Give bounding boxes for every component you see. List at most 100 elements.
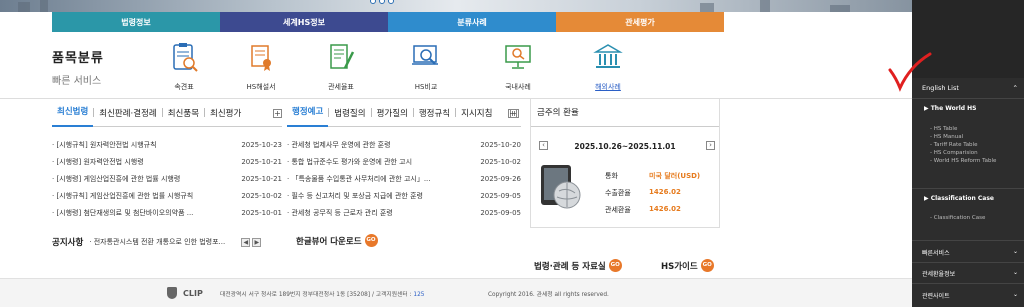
sidebar-item-classification-case[interactable]: ▶ Classification Case [912,195,1024,202]
list-item-title: · 통합 법규준수도 평가와 운영에 관한 고시 [287,158,413,166]
list-item-date: 2025-10-01 [241,209,282,217]
list-item-title: · [시행령] 원자력안전법 시행령 [52,158,144,166]
law-data-room-label: 법령·관례 등 자료실 [534,261,606,272]
list-item-date: 2025-10-20 [480,141,521,149]
list-item[interactable]: · [시행령] 게임산업진흥에 관한 법률 시행령 2025-10-21 [52,171,282,188]
list-item[interactable]: · [시행령] 원자력안전법 시행령 2025-10-21 [52,154,282,171]
divider [912,188,1024,189]
monitor-search-icon [505,45,531,69]
sidebar-section-quick-service[interactable]: 빠른서비스 ⌄ [912,248,1024,257]
hangul-viewer-download-link[interactable]: 한글뷰어 다운로드 GO [296,234,378,247]
more-plus-icon[interactable]: + [508,109,517,118]
page: 법령정보 세계HS정보 분류사례 관세평가 품목분류 빠른 서비스 속견표 HS… [0,0,1024,307]
section-subtitle: 빠른 서비스 [52,76,102,87]
magnifier-compare-icon [412,45,438,65]
tab-directives[interactable]: 지시지침 [456,107,497,119]
customs-rate-value: 1426.02 [649,205,681,213]
clip-logo-text: CLIP [183,288,203,298]
list-item[interactable]: · 관세청 공무직 등 근로자 관리 훈령 2025-09-05 [287,205,521,222]
sidebar-link-classification-case[interactable]: - Classification Case [912,214,1024,222]
list-item-title: · 관세청 공무직 등 근로자 관리 훈령 [287,209,393,217]
nav-tab-classification-case[interactable]: 분류사례 [388,12,556,32]
sidebar-link-hs-comparision[interactable]: - HS Comparision [912,149,1024,157]
list-item-title: · [시행규칙] 게임산업진흥에 관한 법률 시행규칙 [52,192,194,200]
quick-service-tariff-table[interactable]: 관세율표 [311,42,371,92]
tab-latest-valuation[interactable]: 최신평가 [205,107,246,119]
divider [912,283,1024,284]
exchange-rate-panel: 금주의 환율 2025.10.26~2025.11.01 ‹ › 통화 미국 달… [530,99,720,228]
nav-tab-law-info[interactable]: 법령정보 [52,12,220,32]
english-list-label: English List [922,84,959,92]
list-item[interactable]: · 통합 법규준수도 평가와 운영에 관한 고시 2025-10-02 [287,154,521,171]
list-item[interactable]: · 관세청 법제사무 운영에 관한 훈령 2025-10-20 [287,137,521,154]
prev-arrow-icon[interactable]: ‹ [539,141,548,150]
sidebar-item-world-hs[interactable]: ▶ The World HS [912,105,1024,112]
list-item-date: 2025-09-05 [480,209,521,217]
quick-service-hs-compare[interactable]: HS비교 [396,42,456,92]
nav-tab-world-hs[interactable]: 세계HS정보 [220,12,388,32]
footer: CLIP 대전광역시 서구 청사로 189번지 정부대전청사 1동 [35208… [0,278,912,307]
chevron-down-icon: ⌄ [1012,269,1018,276]
divider [912,240,1024,241]
sidebar-section-exchange-info[interactable]: 관세환율정보 ⌄ [912,269,1024,278]
list-item-title: · 필수 등 신고처리 및 포상금 지급에 관한 훈령 [287,192,423,200]
sidebar-link-world-hs-reform-table[interactable]: - World HS Reform Table [912,157,1024,165]
admin-notice-panel: 행정예고 법령질의 평가질의 행정규칙 지시지침 + · 관세청 법제사무 운영… [287,99,521,228]
quick-service-label: 국내사례 [505,83,531,91]
tab-admin-rules[interactable]: 행정규칙 [414,107,455,119]
latest-laws-panel: 최신법령 최신판례·결정례 최신품목 최신평가 · [시행규칙] 원자력안전법 … [52,99,282,228]
section-title: 품목분류 [52,51,104,66]
export-rate-label: 수출환율 [605,189,631,197]
hangul-viewer-label: 한글뷰어 다운로드 [296,236,362,247]
currency-label: 통화 [605,172,618,180]
law-data-room-link[interactable]: 법령·관례 등 자료실 GO [534,259,622,272]
sidebar-link-hs-table[interactable]: - HS Table [912,125,1024,133]
tab-law-inquiry[interactable]: 법령질의 [329,107,370,119]
list-item[interactable]: · 필수 등 신고처리 및 포상금 지급에 관한 훈령 2025-09-05 [287,188,521,205]
quick-service-overseas-cases[interactable]: 해외사례 [578,42,638,92]
quick-service-domestic-cases[interactable]: 국내사례 [488,42,548,92]
clip-logo: CLIP [167,287,203,299]
customs-rate-label: 관세환율 [605,206,631,214]
notice-text[interactable]: · 전자통관시스템 전환 개통으로 인한 법령포... [89,237,239,247]
sidebar-link-tariff-rate-table[interactable]: - Tariff Rate Table [912,141,1024,149]
sidebar-section-related-sites[interactable]: 관련사이트 ⌄ [912,291,1024,300]
tab-latest-laws[interactable]: 최신법령 [52,99,94,127]
export-rate-value: 1426.02 [649,188,681,196]
divider [912,98,1024,99]
tab-latest-items[interactable]: 최신품목 [163,107,204,119]
support-phone: 125 [413,292,425,298]
list-item[interactable]: · [시행규칙] 원자력안전법 시행규칙 2025-10-23 [52,137,282,154]
nav-tab-customs-valuation[interactable]: 관세평가 [556,12,724,32]
footer-address: 대전광역시 서구 청사로 189번지 정부대전청사 1동 [35208] / 고… [220,289,424,298]
exchange-rate-title: 금주의 환율 [531,99,719,127]
go-icon: GO [364,234,378,247]
tab-admin-notice[interactable]: 행정예고 [287,99,329,127]
hs-guide-link[interactable]: HS가이드 GO [661,259,714,272]
section-label: 빠른서비스 [922,250,950,257]
list-item-title: · [시행령] 게임산업진흥에 관한 법률 시행령 [52,175,181,183]
main-navigation: 법령정보 세계HS정보 분류사례 관세평가 [52,12,724,32]
quick-service-hs-explanatory[interactable]: HS해설서 [231,42,291,92]
tab-latest-rulings[interactable]: 최신판례·결정례 [94,107,161,119]
list-item[interactable]: · [시행규칙] 게임산업진흥에 관한 법률 시행규칙 2025-10-02 [52,188,282,205]
english-list-header[interactable]: English List ⌃ [912,84,1024,92]
next-notice-icon[interactable]: ▶ [252,237,262,247]
next-arrow-icon[interactable]: › [706,141,715,150]
list-item-date: 2025-10-21 [241,158,282,166]
list-item[interactable]: · 「특송물품 수입통관 사무처리에 관한 고시」... 2025-09-26 [287,171,521,188]
quick-service-sokgyeonpyo[interactable]: 속견표 [154,42,214,92]
list-item-title: · 「특송물품 수입통관 사무처리에 관한 고시」... [287,175,431,183]
sidebar-link-hs-manual[interactable]: - HS Manual [912,133,1024,141]
quick-service-label: HS비교 [414,83,438,91]
go-icon: GO [700,259,714,272]
prev-notice-icon[interactable]: ◀ [241,237,251,247]
list-item-title: · 관세청 법제사무 운영에 관한 훈령 [287,141,391,149]
more-plus-icon[interactable]: + [273,109,282,118]
address-text: 대전광역시 서구 청사로 189번지 정부대전청사 1동 [35208] / 고… [220,292,414,298]
quick-service-label: 해외사례 [595,83,621,91]
notice-label: 공지사항 [52,238,84,248]
list-item[interactable]: · [시행령] 첨단재생의료 및 첨단바이오의약품 ... 2025-10-01 [52,205,282,222]
tab-valuation-inquiry[interactable]: 평가질의 [372,107,413,119]
banner-pager[interactable] [370,0,394,4]
